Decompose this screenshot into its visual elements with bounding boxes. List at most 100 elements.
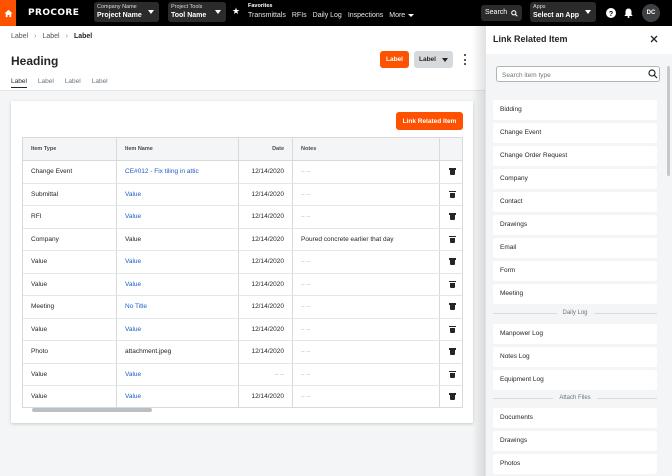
item-name-link[interactable]: Value [116, 386, 238, 407]
item-name-link[interactable]: CE#012 - Fix tiling in attic [116, 161, 238, 183]
panel-title: Link Related Item [493, 34, 568, 44]
attach-file-option[interactable]: Documents [493, 408, 657, 428]
item-type-option[interactable]: Meeting [493, 284, 657, 304]
link-related-item-button[interactable]: Link Related Item [396, 112, 463, 130]
table-row: Value Value 12/14/2020– – [23, 273, 462, 296]
notifications-button[interactable] [622, 6, 635, 19]
delete-row-button[interactable] [439, 206, 462, 228]
item-type-option[interactable]: Form [493, 261, 657, 281]
delete-row-button[interactable] [439, 228, 462, 250]
attach-file-option[interactable]: Photos [493, 454, 657, 474]
secondary-button-label: Label [419, 56, 436, 63]
item-name-cell: Value [116, 228, 238, 250]
table-row: Value Value 12/14/2020– – [23, 251, 462, 274]
item-type-cell: Value [31, 258, 48, 266]
delete-row-button[interactable] [439, 161, 462, 183]
delete-row-button[interactable] [439, 296, 462, 318]
daily-log-option[interactable]: Notes Log [493, 347, 657, 367]
panel-vertical-scrollbar[interactable] [667, 66, 670, 176]
search-item-type-input[interactable] [496, 66, 660, 82]
item-name-link[interactable]: No Title [116, 296, 238, 318]
global-search-button[interactable]: Search [481, 5, 522, 21]
favorite-link-rfis[interactable]: RFIs [292, 12, 307, 19]
column-header-item-type[interactable]: Item Type [23, 138, 116, 160]
apps-selector[interactable]: Apps Select an App [530, 2, 596, 22]
attach-file-option[interactable]: Drawings [493, 431, 657, 451]
close-panel-button[interactable] [648, 33, 660, 45]
procore-logo[interactable]: PROCORE [28, 8, 79, 18]
project-name: Project Name [97, 12, 142, 19]
home-button[interactable] [0, 0, 16, 26]
apps-label: Apps [533, 4, 546, 10]
daily-log-option[interactable]: Equipment Log [493, 370, 657, 390]
notes-cell: – – [292, 363, 439, 385]
item-type-option[interactable]: Change Order Request [493, 146, 657, 166]
secondary-dropdown-button[interactable]: Label [414, 51, 453, 68]
chevron-down-icon [148, 10, 154, 14]
notes-cell: – – [292, 251, 439, 273]
item-type-option[interactable]: Change Event [493, 123, 657, 143]
table-row: Value Value – – – – [23, 363, 462, 386]
delete-row-button[interactable] [439, 341, 462, 363]
item-name-link[interactable]: Value [116, 183, 238, 205]
item-name-link[interactable]: Value [116, 318, 238, 340]
tab-4[interactable]: Label [92, 78, 108, 88]
favorite-link-daily-log[interactable]: Daily Log [313, 12, 342, 19]
breadcrumb-link[interactable]: Label [11, 33, 28, 40]
item-type-option[interactable]: Email [493, 238, 657, 258]
notes-cell: – – [292, 183, 439, 205]
item-type-option[interactable]: Bidding [493, 100, 657, 120]
item-type-option[interactable]: Company [493, 169, 657, 189]
trash-icon [448, 348, 456, 356]
favorite-link-transmittals[interactable]: Transmittals [248, 12, 286, 19]
date-cell: 12/14/2020 [238, 206, 292, 228]
date-cell: 12/14/2020 [238, 318, 292, 340]
item-name-cell: attachment.jpeg [116, 341, 238, 363]
bell-icon [624, 8, 633, 18]
item-name-link[interactable]: Value [116, 251, 238, 273]
user-avatar[interactable]: DC [642, 4, 660, 22]
date-cell: 12/14/2020 [238, 341, 292, 363]
delete-row-button[interactable] [439, 273, 462, 295]
column-header-date[interactable]: Date [238, 138, 292, 160]
item-name-link[interactable]: Value [116, 273, 238, 295]
date-cell: – – [238, 363, 292, 385]
tab-bar: Label Label Label Label [11, 78, 108, 88]
trash-icon [448, 393, 456, 401]
delete-row-button[interactable] [439, 386, 462, 407]
delete-row-button[interactable] [439, 183, 462, 205]
horizontal-scrollbar[interactable] [32, 408, 152, 412]
tab-3[interactable]: Label [65, 78, 81, 88]
notes-cell: – – [292, 206, 439, 228]
item-name-link[interactable]: Value [116, 363, 238, 385]
delete-row-button[interactable] [439, 363, 462, 385]
table-row: Value Value 12/14/2020– – [23, 386, 462, 407]
tab-1[interactable]: Label [11, 78, 27, 88]
daily-log-option[interactable]: Manpower Log [493, 324, 657, 344]
item-type-option[interactable]: Contact [493, 192, 657, 212]
item-type-cell: Change Event [31, 168, 73, 176]
company-project-selector[interactable]: Company Name Project Name [94, 2, 159, 22]
star-icon[interactable]: ★ [232, 6, 240, 17]
item-name-link[interactable]: Value [116, 206, 238, 228]
favorites-links: Transmittals RFIs Daily Log Inspections … [248, 12, 415, 19]
tool-name: Tool Name [171, 12, 207, 19]
search-icon [511, 10, 518, 17]
more-menu[interactable]: More [389, 12, 415, 19]
delete-row-button[interactable] [439, 318, 462, 340]
favorite-link-inspections[interactable]: Inspections [348, 12, 383, 19]
date-cell: 12/14/2020 [238, 386, 292, 407]
breadcrumb-link[interactable]: Label [42, 33, 59, 40]
tab-2[interactable]: Label [38, 78, 54, 88]
delete-row-button[interactable] [439, 251, 462, 273]
chevron-down-icon [215, 10, 221, 14]
column-header-notes[interactable]: Notes [292, 138, 439, 160]
date-cell: 12/14/2020 [238, 273, 292, 295]
more-label: More [389, 12, 406, 19]
column-header-item-name[interactable]: Item Name [116, 138, 238, 160]
help-button[interactable]: ? [604, 6, 617, 19]
primary-action-button[interactable]: Label [380, 51, 409, 68]
more-options-icon[interactable] [461, 53, 469, 66]
item-type-option[interactable]: Drawings [493, 215, 657, 235]
project-tools-selector[interactable]: Project Tools Tool Name [168, 2, 226, 22]
